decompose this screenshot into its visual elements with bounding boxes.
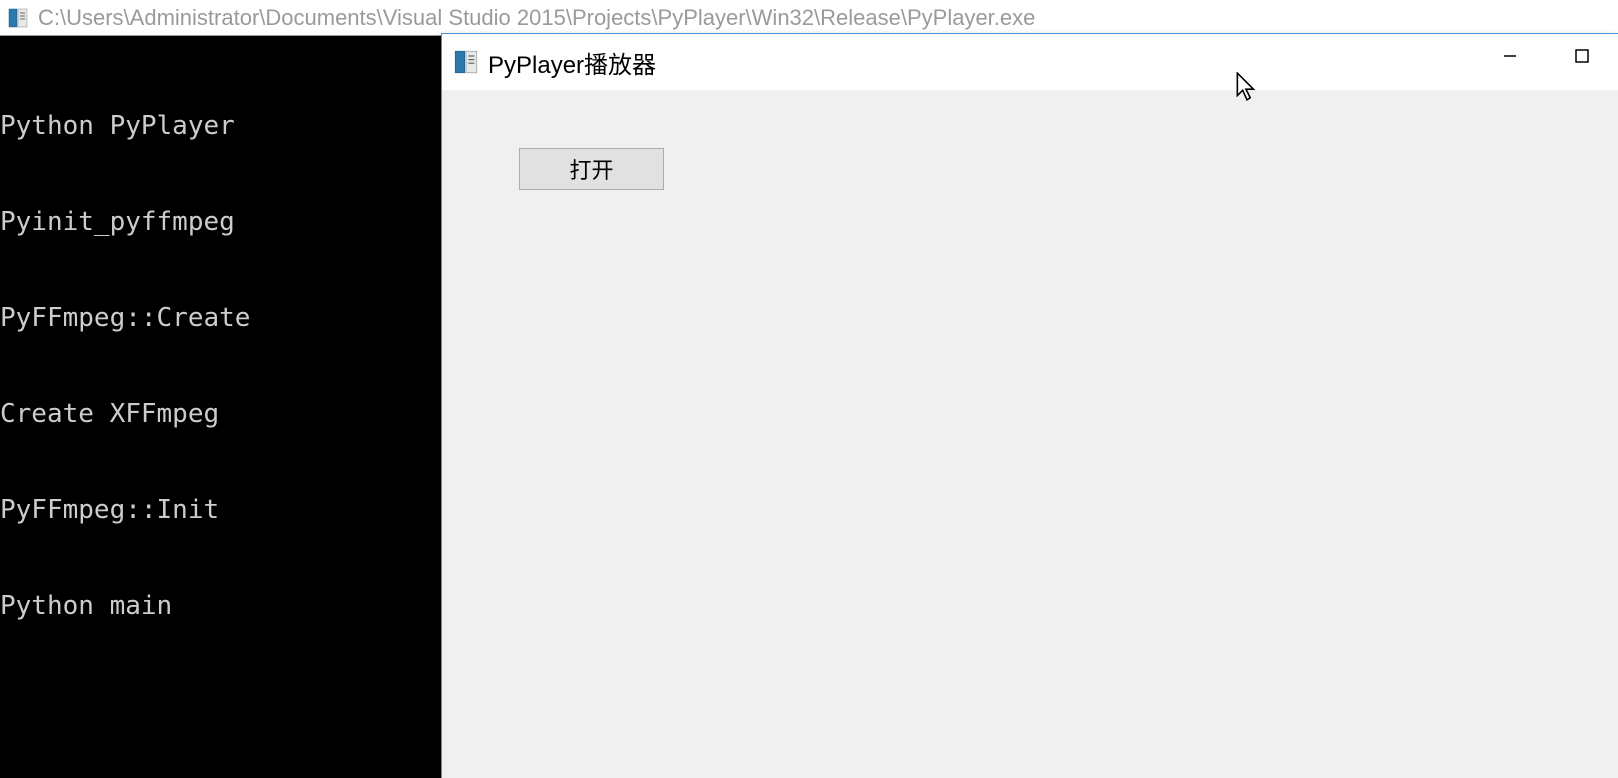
open-button[interactable]: 打开 [519,148,664,190]
console-line: Pyinit_pyffmpeg [0,206,441,238]
player-app-icon [454,50,478,74]
console-line: Create XFFmpeg [0,398,441,430]
player-title: PyPlayer播放器 [488,45,656,80]
console-titlebar[interactable]: C:\Users\Administrator\Documents\Visual … [0,0,1618,36]
player-window: PyPlayer播放器 打开 [441,33,1618,778]
console-line: Python PyPlayer [0,110,441,142]
minimize-button[interactable] [1474,34,1546,78]
console-app-icon [8,8,28,28]
window-controls [1474,34,1618,90]
maximize-button[interactable] [1546,34,1618,78]
player-body: 打开 [442,90,1618,778]
console-output[interactable]: Python PyPlayer Pyinit_pyffmpeg PyFFmpeg… [0,36,441,778]
console-line: PyFFmpeg::Create [0,302,441,334]
console-title: C:\Users\Administrator\Documents\Visual … [38,5,1035,31]
console-line: Python main [0,590,441,622]
player-titlebar[interactable]: PyPlayer播放器 [442,34,1618,90]
console-line: PyFFmpeg::Init [0,494,441,526]
